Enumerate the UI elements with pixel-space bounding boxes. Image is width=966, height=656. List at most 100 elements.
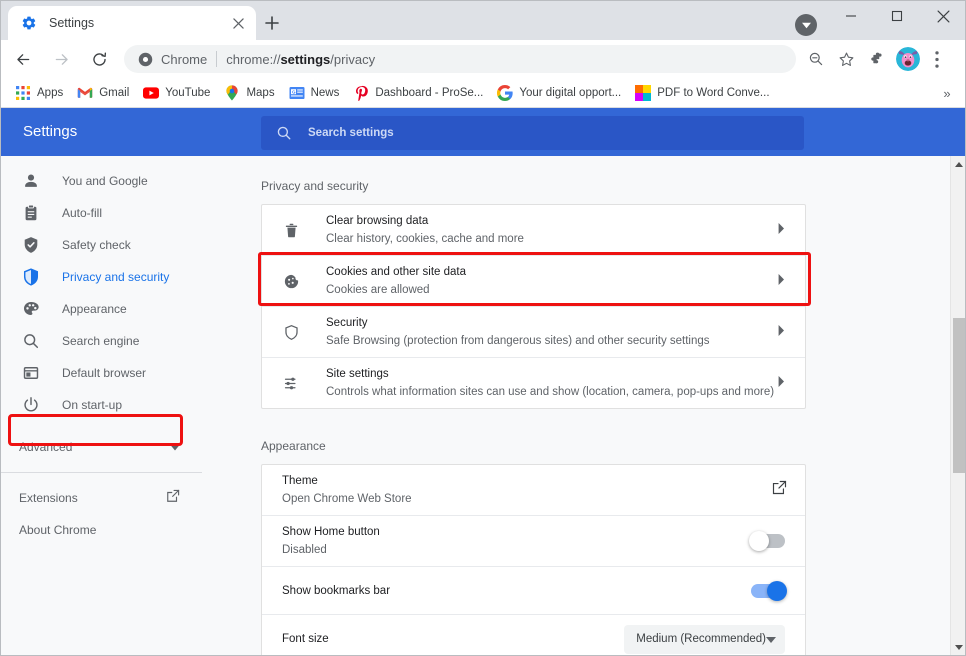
browser-window-icon bbox=[22, 364, 40, 382]
bookmark-news[interactable]: G News bbox=[282, 82, 347, 104]
bookmarks-overflow-icon[interactable]: » bbox=[936, 82, 958, 104]
scroll-down-icon[interactable] bbox=[951, 639, 966, 656]
sidebar-item-label: On start-up bbox=[62, 398, 122, 412]
appearance-settings-card: Theme Open Chrome Web Store Show Home bu… bbox=[261, 464, 806, 656]
sidebar-item-safety-check[interactable]: Safety check bbox=[0, 229, 202, 261]
omnibox-url-prefix: chrome:// bbox=[226, 52, 280, 67]
page-title: Settings bbox=[23, 123, 77, 140]
row-show-home-button[interactable]: Show Home button Disabled bbox=[262, 516, 805, 567]
window-close-button[interactable] bbox=[920, 0, 966, 32]
sidebar-item-search-engine[interactable]: Search engine bbox=[0, 325, 202, 357]
appearance-section-title: Appearance bbox=[261, 439, 950, 453]
vertical-scrollbar[interactable] bbox=[950, 156, 966, 656]
row-subtitle: Controls what information sites can use … bbox=[326, 384, 778, 400]
row-title: Clear browsing data bbox=[326, 213, 778, 229]
google-news-icon: G bbox=[289, 85, 305, 101]
chrome-menu-icon[interactable] bbox=[924, 45, 950, 73]
bookmark-label: Gmail bbox=[99, 87, 129, 99]
row-cookies-and-other-site-data[interactable]: Cookies and other site data Cookies are … bbox=[262, 256, 805, 307]
colored-squares-icon bbox=[635, 85, 651, 101]
bookmark-apps[interactable]: Apps bbox=[8, 82, 70, 104]
close-icon[interactable] bbox=[226, 11, 250, 35]
sidebar-item-default-browser[interactable]: Default browser bbox=[0, 357, 202, 389]
sidebar-item-label: Appearance bbox=[62, 302, 127, 316]
row-subtitle: Open Chrome Web Store bbox=[282, 491, 772, 507]
row-theme[interactable]: Theme Open Chrome Web Store bbox=[262, 465, 805, 516]
bookmark-star-icon[interactable] bbox=[832, 45, 860, 73]
row-font-size[interactable]: Font size Medium (Recommended) bbox=[262, 615, 805, 656]
row-subtitle: Cookies are allowed bbox=[326, 282, 778, 298]
person-icon bbox=[22, 172, 40, 190]
cookie-icon bbox=[281, 271, 301, 291]
row-subtitle: Clear history, cookies, cache and more bbox=[326, 231, 778, 247]
privacy-section-title: Privacy and security bbox=[261, 179, 950, 193]
toggle-knob bbox=[749, 531, 769, 551]
settings-gear-icon bbox=[21, 15, 37, 31]
sidebar-item-privacy-and-security[interactable]: Privacy and security bbox=[0, 261, 202, 293]
browser-toolbar: Chrome chrome://settings/privacy bbox=[0, 40, 966, 78]
omnibox-url-bold: settings bbox=[280, 52, 330, 67]
clipboard-icon bbox=[22, 204, 40, 222]
gmail-icon bbox=[77, 85, 93, 101]
row-text: Clear browsing data Clear history, cooki… bbox=[326, 213, 778, 247]
bookmark-youtube[interactable]: YouTube bbox=[136, 82, 217, 104]
bookmark-label: Dashboard - ProSe... bbox=[375, 87, 483, 99]
tab-search-button[interactable] bbox=[795, 14, 817, 36]
sliders-icon bbox=[281, 373, 301, 393]
external-link-icon[interactable] bbox=[772, 480, 787, 500]
bookmark-maps[interactable]: Maps bbox=[217, 82, 281, 104]
reload-button[interactable] bbox=[84, 44, 114, 74]
avatar[interactable] bbox=[896, 47, 920, 71]
sidebar-item-about-chrome[interactable]: About Chrome bbox=[0, 514, 202, 546]
zoom-out-icon[interactable] bbox=[802, 45, 830, 73]
extensions-puzzle-icon[interactable] bbox=[862, 45, 890, 73]
bookmark-your-digital-opport[interactable]: Your digital opport... bbox=[490, 82, 628, 104]
tab-strip: Settings bbox=[0, 0, 966, 40]
search-settings-input[interactable]: Search settings bbox=[261, 116, 804, 150]
show-bookmarks-bar-toggle[interactable] bbox=[751, 584, 785, 598]
font-size-select[interactable]: Medium (Recommended) bbox=[624, 625, 785, 654]
pinterest-icon bbox=[353, 85, 369, 101]
bookmark-dashboard-prose[interactable]: Dashboard - ProSe... bbox=[346, 82, 490, 104]
show-home-button-toggle[interactable] bbox=[751, 534, 785, 548]
palette-icon bbox=[22, 300, 40, 318]
scrollbar-thumb[interactable] bbox=[953, 318, 965, 473]
power-icon bbox=[22, 396, 40, 414]
sidebar-item-label: About Chrome bbox=[19, 523, 96, 537]
youtube-icon bbox=[143, 85, 159, 101]
sidebar-item-label: Extensions bbox=[19, 491, 78, 505]
new-tab-button[interactable] bbox=[258, 9, 286, 37]
back-button[interactable] bbox=[8, 44, 38, 74]
bookmark-pdf-to-word-conve[interactable]: PDF to Word Conve... bbox=[628, 82, 776, 104]
row-site-settings[interactable]: Site settings Controls what information … bbox=[262, 358, 805, 408]
sidebar-item-you-and-google[interactable]: You and Google bbox=[0, 165, 202, 197]
row-title: Site settings bbox=[326, 366, 778, 382]
address-bar[interactable]: Chrome chrome://settings/privacy bbox=[124, 45, 796, 73]
settings-main-panel: Privacy and security Clear browsing data… bbox=[202, 156, 950, 656]
forward-button[interactable] bbox=[46, 44, 76, 74]
tab-settings[interactable]: Settings bbox=[8, 6, 256, 40]
font-size-value: Medium (Recommended) bbox=[636, 633, 766, 645]
chrome-browser-window: Settings bbox=[0, 0, 966, 656]
sidebar-item-label: Safety check bbox=[62, 238, 131, 252]
window-maximize-button[interactable] bbox=[874, 0, 920, 32]
scroll-up-icon[interactable] bbox=[951, 156, 966, 173]
bookmark-label: Apps bbox=[37, 87, 63, 99]
chevron-right-icon bbox=[778, 272, 785, 290]
window-minimize-button[interactable] bbox=[828, 0, 874, 32]
row-clear-browsing-data[interactable]: Clear browsing data Clear history, cooki… bbox=[262, 205, 805, 256]
bookmark-label: Your digital opport... bbox=[519, 87, 621, 99]
sidebar-item-advanced[interactable]: Advanced bbox=[0, 431, 202, 463]
omnibox-separator bbox=[216, 51, 217, 67]
row-text: Security Safe Browsing (protection from … bbox=[326, 315, 778, 349]
trash-icon bbox=[281, 220, 301, 240]
row-title: Font size bbox=[282, 631, 624, 647]
row-show-bookmarks-bar[interactable]: Show bookmarks bar bbox=[262, 567, 805, 615]
sidebar-item-extensions[interactable]: Extensions bbox=[0, 482, 202, 514]
sidebar-item-on-start-up[interactable]: On start-up bbox=[0, 389, 202, 421]
row-text: Cookies and other site data Cookies are … bbox=[326, 264, 778, 298]
sidebar-item-auto-fill[interactable]: Auto-fill bbox=[0, 197, 202, 229]
sidebar-item-appearance[interactable]: Appearance bbox=[0, 293, 202, 325]
bookmark-gmail[interactable]: Gmail bbox=[70, 82, 136, 104]
row-security[interactable]: Security Safe Browsing (protection from … bbox=[262, 307, 805, 358]
